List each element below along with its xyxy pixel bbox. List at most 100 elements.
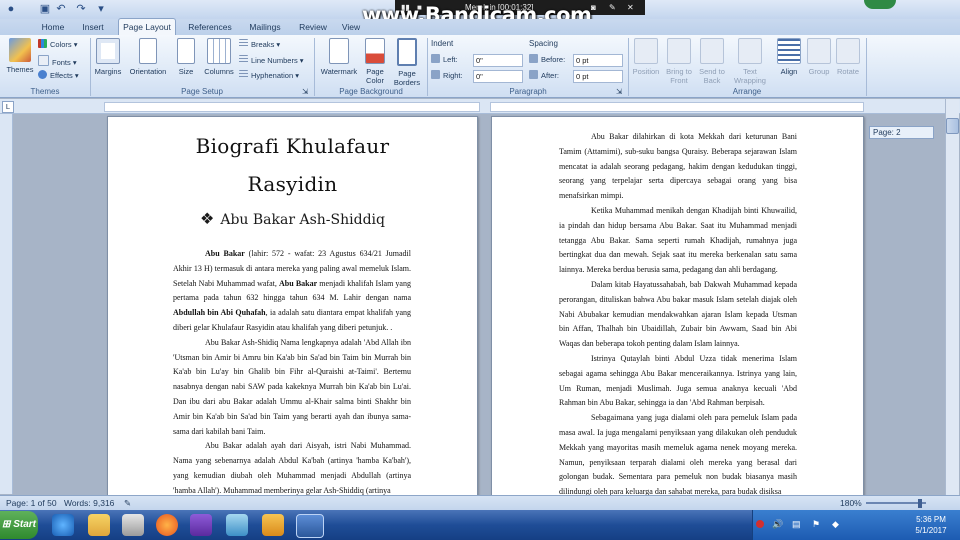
- tab-home[interactable]: Home: [34, 19, 72, 35]
- zoom-level[interactable]: 180%: [840, 496, 862, 511]
- media-player-icon[interactable]: [122, 514, 144, 536]
- paragraph-launcher-icon[interactable]: ⇲: [616, 86, 622, 97]
- theme-effects-button[interactable]: Effects ▾: [38, 70, 79, 81]
- text-wrapping-button[interactable]: Text Wrapping: [729, 38, 771, 85]
- line-numbers-button[interactable]: Line Numbers ▾: [239, 55, 304, 66]
- effects-icon: [38, 70, 47, 79]
- word-count-status[interactable]: Words: 9,316: [64, 496, 114, 511]
- clock[interactable]: 5:36 PM 5/1/2017: [908, 514, 954, 536]
- send-to-back-button[interactable]: Send to Back: [696, 38, 728, 85]
- spacing-after-icon: [529, 70, 538, 79]
- indent-right-label: Right:: [431, 70, 463, 81]
- bring-to-front-button[interactable]: Bring to Front: [663, 38, 695, 85]
- word-app-icon[interactable]: [296, 514, 324, 538]
- spacing-before-input[interactable]: 0 pt: [573, 54, 623, 67]
- themes-icon: [9, 38, 31, 62]
- position-button[interactable]: Position: [630, 38, 662, 76]
- hyphenation-button[interactable]: Hyphenation ▾: [239, 70, 299, 81]
- redo-icon[interactable]: ↷: [74, 2, 88, 16]
- document-title-line-1: Biografi Khulafaur: [195, 134, 390, 158]
- rec-pen-icon[interactable]: ✎: [609, 0, 616, 15]
- flag-icon[interactable]: ⚑: [812, 519, 820, 530]
- spacing-after-label: After:: [529, 70, 559, 81]
- paragraph: Sebagaimana yang juga dialami oleh para …: [559, 413, 797, 497]
- page-color-button[interactable]: Page Color: [361, 38, 389, 85]
- page-color-icon: [365, 38, 385, 64]
- customize-quick-access-icon[interactable]: ▾: [94, 2, 108, 16]
- save-icon[interactable]: ▣: [38, 2, 52, 16]
- tab-mailings[interactable]: Mailings: [242, 19, 288, 35]
- ruler-page1[interactable]: [104, 102, 480, 112]
- watermark-icon: [329, 38, 349, 64]
- volume-icon[interactable]: 🔊: [772, 519, 783, 530]
- ribbon-separator: [866, 38, 867, 96]
- spacing-before-label: Before:: [529, 54, 565, 65]
- office-button-icon[interactable]: ●: [4, 2, 18, 16]
- spacing-heading: Spacing: [529, 39, 558, 48]
- indent-left-label: Left:: [431, 54, 458, 65]
- tab-references[interactable]: References: [182, 19, 238, 35]
- ribbon-separator: [90, 38, 91, 96]
- corner-indicator-icon: [864, 0, 896, 9]
- network-icon[interactable]: ▤: [792, 519, 801, 530]
- firefox-icon[interactable]: [156, 514, 178, 536]
- group-objects-button[interactable]: Group: [805, 38, 833, 76]
- status-bar: Page: 1 of 50 Words: 9,316 ✎ 180%: [0, 495, 960, 511]
- scrollbar-thumb[interactable]: [946, 118, 959, 134]
- orientation-icon: [139, 38, 157, 64]
- record-tray-icon[interactable]: [756, 520, 764, 528]
- themes-button[interactable]: Themes: [4, 38, 36, 74]
- columns-button[interactable]: Columns: [202, 38, 236, 76]
- group-icon: [807, 38, 831, 64]
- margins-button[interactable]: Margins: [92, 38, 124, 76]
- tab-review[interactable]: Review: [294, 19, 332, 35]
- columns-icon: [207, 38, 231, 64]
- ruler-page2[interactable]: [490, 102, 864, 112]
- game-controller-icon[interactable]: [262, 514, 284, 536]
- page-count-status[interactable]: Page: 1 of 50: [6, 496, 57, 511]
- page-borders-icon: [397, 38, 417, 66]
- tab-insert[interactable]: Insert: [74, 19, 112, 35]
- shield-icon[interactable]: ◆: [832, 519, 839, 530]
- rotate-icon: [836, 38, 860, 64]
- rec-close-icon[interactable]: ✕: [627, 0, 634, 15]
- tab-view[interactable]: View: [336, 19, 366, 35]
- clock-time: 5:36 PM: [916, 515, 946, 524]
- theme-colors-button[interactable]: Colors ▾: [38, 39, 78, 50]
- breaks-button[interactable]: Breaks ▾: [239, 39, 280, 50]
- vertical-scrollbar[interactable]: [945, 99, 959, 495]
- size-button[interactable]: Size: [174, 38, 198, 76]
- fonts-icon: [38, 55, 49, 66]
- folder-window-icon[interactable]: [226, 514, 248, 536]
- indent-right-icon: [431, 70, 440, 79]
- orientation-button[interactable]: Orientation: [126, 38, 170, 76]
- indent-left-input[interactable]: 0": [473, 54, 523, 67]
- hyphenation-icon: [239, 70, 248, 79]
- tab-selector-icon[interactable]: L: [2, 101, 14, 113]
- start-button[interactable]: ⊞ Start: [0, 511, 38, 539]
- zoom-slider[interactable]: [866, 502, 926, 504]
- line-numbers-icon: [239, 55, 248, 64]
- spacing-after-input[interactable]: 0 pt: [573, 70, 623, 83]
- zoom-slider-thumb[interactable]: [918, 499, 922, 508]
- section-heading: ❖ Abu Bakar Ash-Shiddiq: [200, 209, 385, 228]
- page-borders-button[interactable]: Page Borders: [391, 38, 423, 87]
- proofing-icon[interactable]: ✎: [124, 496, 131, 511]
- page1-body: Abu Bakar (lahir: 572 - wafat: 23 Agustu…: [173, 247, 411, 497]
- rotate-button[interactable]: Rotate: [834, 38, 862, 76]
- page-setup-launcher-icon[interactable]: ⇲: [302, 86, 308, 97]
- theme-fonts-button[interactable]: Fonts ▾: [38, 55, 77, 68]
- paragraph: Ketika Muhammad menikah dengan Khadijah …: [559, 205, 797, 275]
- align-button[interactable]: Align: [775, 38, 803, 76]
- file-explorer-icon[interactable]: [88, 514, 110, 536]
- internet-explorer-icon[interactable]: [52, 514, 74, 536]
- document-page-2[interactable]: Abu Bakar dilahirkan di kota Mekkah dari…: [491, 116, 864, 498]
- page-background-group-label: Page Background: [339, 87, 403, 96]
- document-page-1[interactable]: Biografi Khulafaur Rasyidin ❖ Abu Bakar A…: [107, 116, 478, 498]
- watermark-button[interactable]: Watermark: [318, 38, 360, 76]
- media-play-icon[interactable]: [190, 514, 212, 536]
- tab-page-layout[interactable]: Page Layout: [118, 18, 176, 35]
- indent-right-input[interactable]: 0": [473, 70, 523, 83]
- undo-icon[interactable]: ↶: [54, 2, 68, 16]
- arrange-group-label: Arrange: [732, 87, 762, 96]
